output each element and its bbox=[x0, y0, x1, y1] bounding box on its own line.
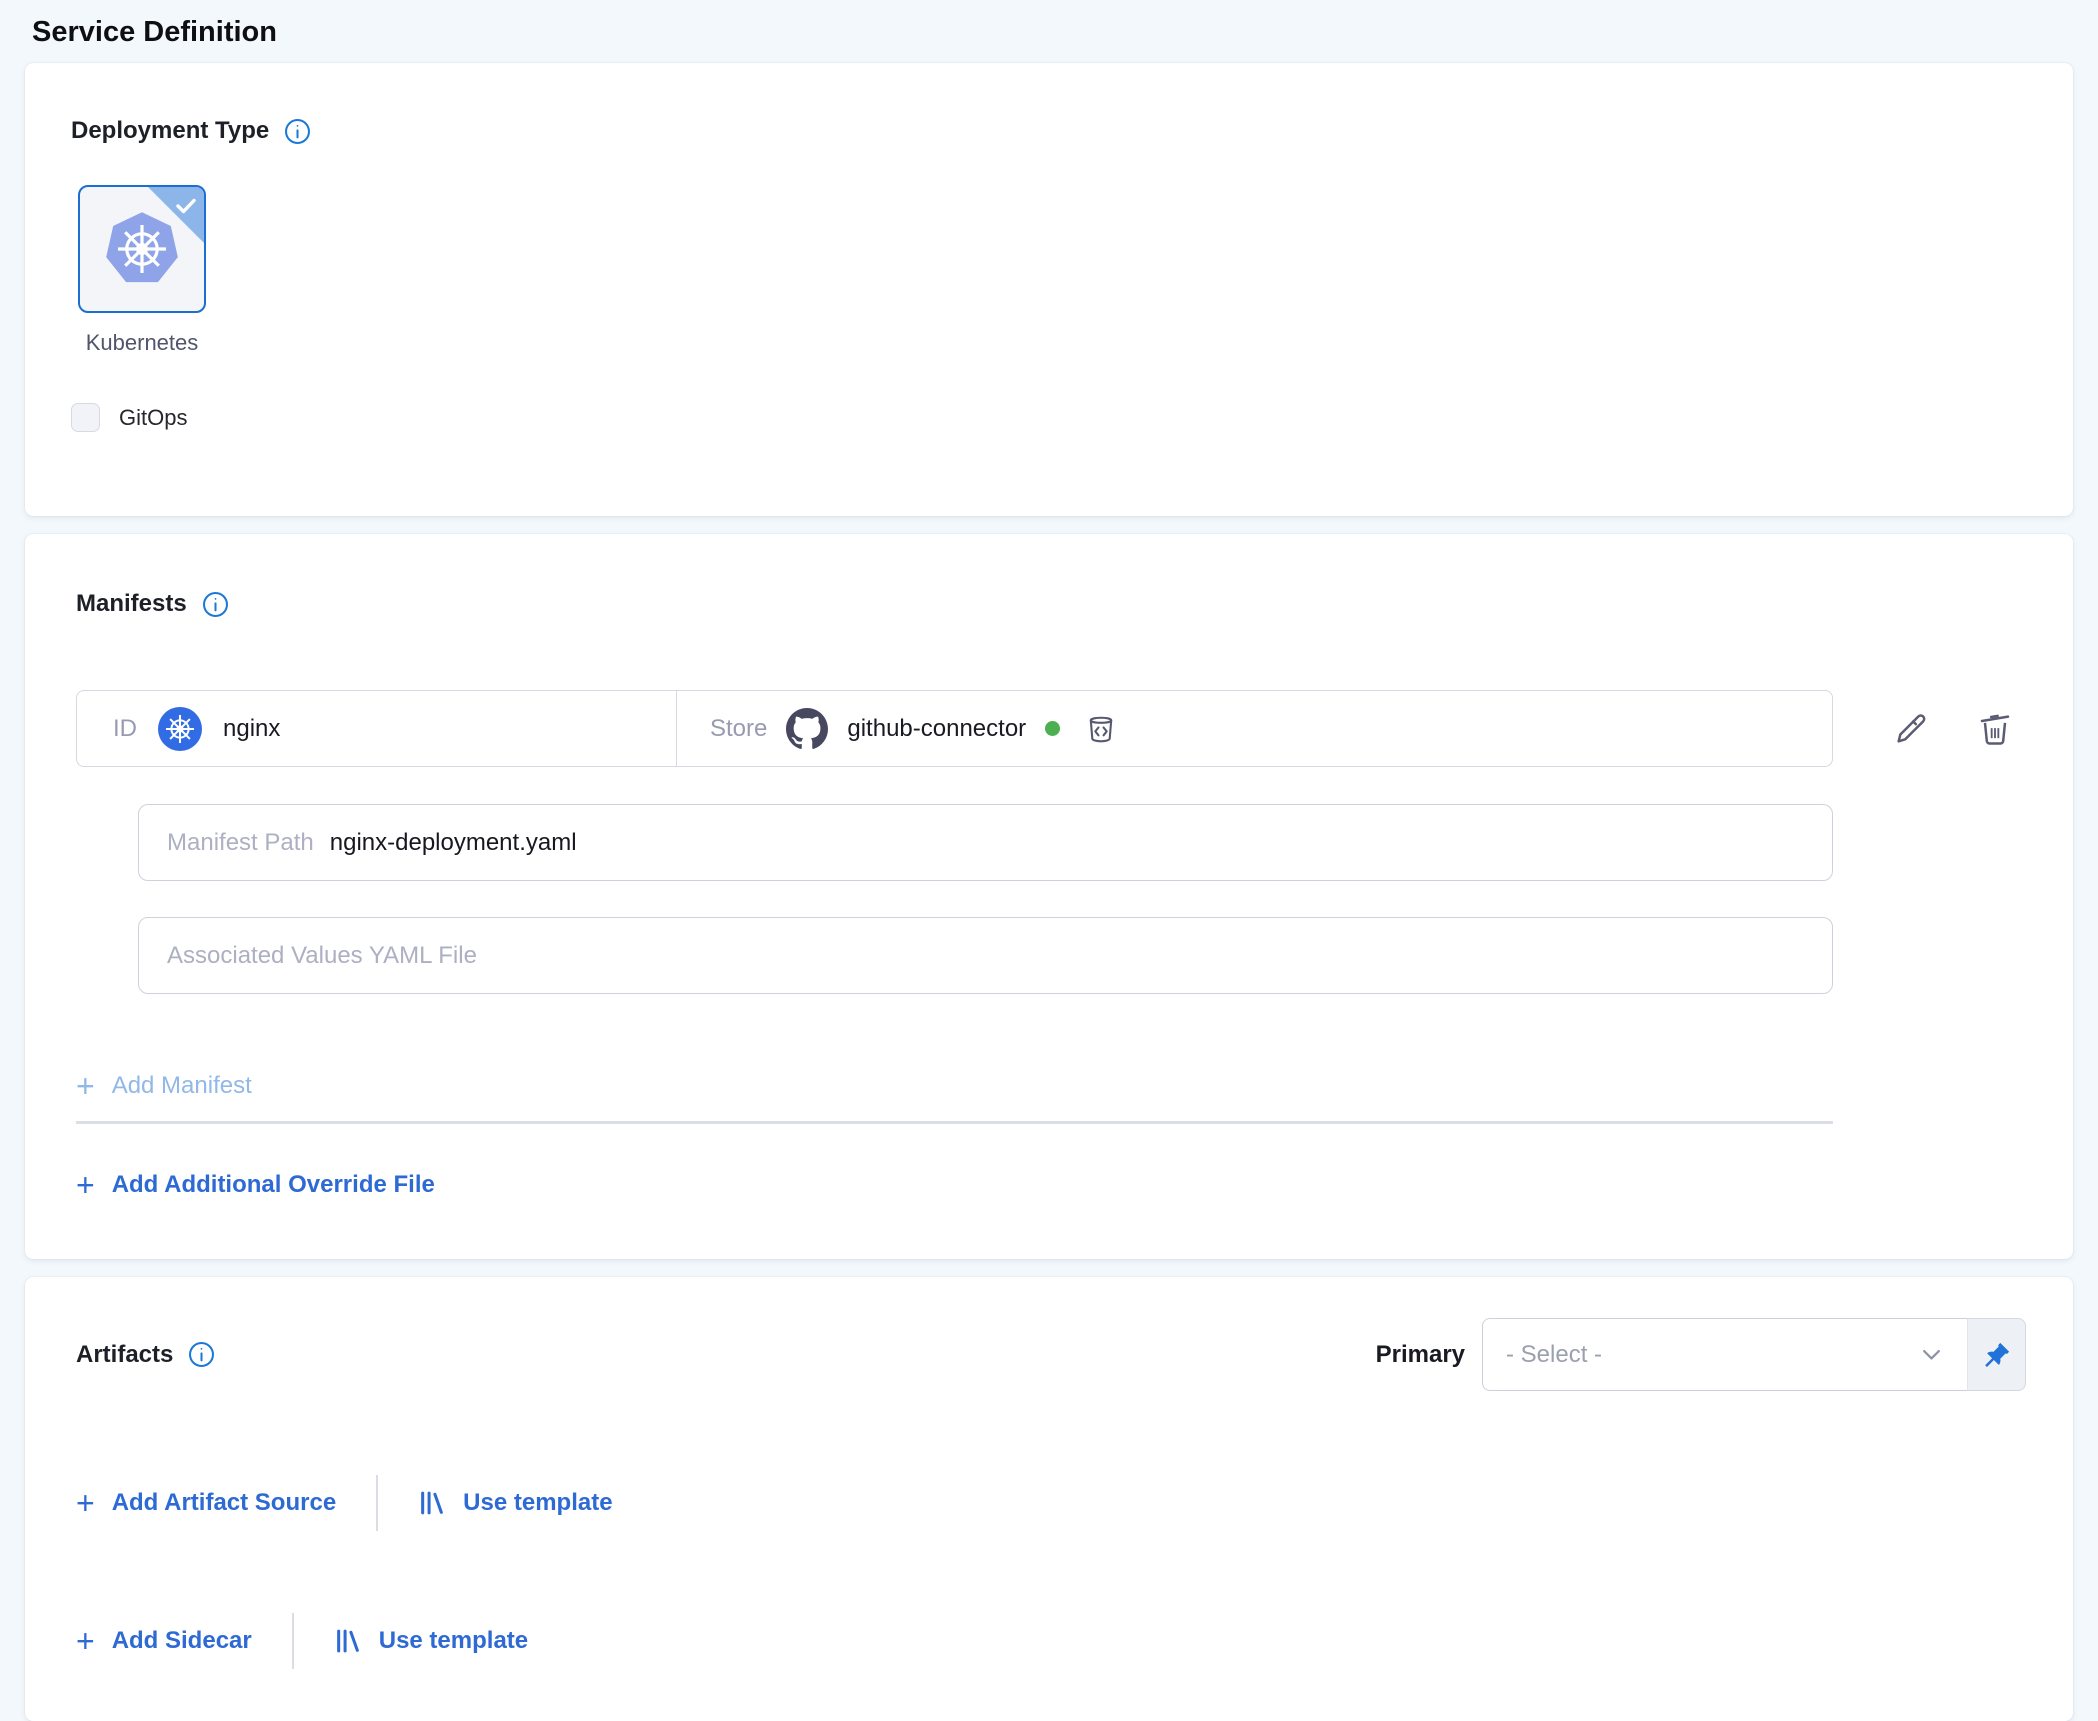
artifact-actions-row: + Add Artifact Source Use template bbox=[76, 1475, 2026, 1531]
manifest-id-label: ID bbox=[113, 715, 137, 743]
github-icon bbox=[786, 708, 828, 750]
chevron-down-icon bbox=[1918, 1341, 1945, 1368]
values-yaml-input[interactable] bbox=[167, 918, 1832, 993]
artifacts-title: Artifacts bbox=[76, 1341, 173, 1369]
manifests-card: Manifests ID bbox=[25, 534, 2073, 1259]
artifacts-card: Artifacts Primary - Select - bbox=[25, 1277, 2073, 1721]
use-template-sidecar-button[interactable]: Use template bbox=[334, 1627, 528, 1655]
add-manifest-label: Add Manifest bbox=[112, 1072, 252, 1100]
sidecar-actions-row: + Add Sidecar Use template bbox=[76, 1613, 2026, 1669]
deployment-type-tile-label: Kubernetes bbox=[71, 330, 213, 356]
plus-icon: + bbox=[76, 1628, 95, 1654]
vertical-divider bbox=[376, 1475, 378, 1531]
use-template-artifact-button[interactable]: Use template bbox=[418, 1489, 612, 1517]
gitops-label: GitOps bbox=[119, 405, 187, 431]
manifests-title: Manifests bbox=[76, 590, 187, 618]
vertical-divider bbox=[292, 1613, 294, 1669]
manifest-id-value: nginx bbox=[223, 715, 280, 743]
manifests-heading: Manifests bbox=[76, 590, 2023, 618]
deployment-type-card: Deployment Type bbox=[25, 63, 2073, 516]
artifacts-heading: Artifacts bbox=[76, 1341, 215, 1369]
pushpin-icon bbox=[1982, 1340, 2012, 1370]
manifest-store-value: github-connector bbox=[847, 715, 1026, 743]
manifest-summary-chip[interactable]: ID nginx bbox=[76, 690, 1833, 767]
manifest-store-segment: Store github-connector bbox=[677, 691, 1832, 766]
add-manifest-button[interactable]: + Add Manifest bbox=[76, 1072, 252, 1100]
add-sidecar-label: Add Sidecar bbox=[112, 1627, 252, 1655]
delete-trash-icon[interactable] bbox=[1975, 709, 2015, 749]
primary-artifact-group: Primary - Select - bbox=[1376, 1318, 2026, 1391]
code-store-icon bbox=[1083, 711, 1119, 747]
pin-primary-button[interactable] bbox=[1968, 1318, 2026, 1391]
gitops-row: GitOps bbox=[71, 403, 2027, 432]
template-library-icon bbox=[418, 1489, 446, 1517]
page-title: Service Definition bbox=[0, 0, 2098, 63]
artifacts-header: Artifacts Primary - Select - bbox=[76, 1318, 2026, 1391]
plus-icon: + bbox=[76, 1073, 95, 1099]
manifest-path-value: nginx-deployment.yaml bbox=[330, 829, 577, 857]
deployment-type-heading: Deployment Type bbox=[71, 117, 2027, 145]
template-library-icon bbox=[334, 1627, 362, 1655]
manifest-path-label: Manifest Path bbox=[167, 829, 314, 857]
info-icon[interactable] bbox=[188, 1341, 215, 1368]
primary-label: Primary bbox=[1376, 1341, 1465, 1369]
kubernetes-icon bbox=[158, 707, 202, 751]
info-icon[interactable] bbox=[284, 118, 311, 145]
manifest-store-label: Store bbox=[710, 715, 767, 743]
add-override-file-button[interactable]: + Add Additional Override File bbox=[76, 1171, 435, 1199]
deployment-type-title: Deployment Type bbox=[71, 117, 269, 145]
primary-artifact-select[interactable]: - Select - bbox=[1482, 1318, 1968, 1391]
manifest-row: ID nginx bbox=[76, 690, 2023, 767]
plus-icon: + bbox=[76, 1172, 95, 1198]
use-template-label: Use template bbox=[463, 1489, 612, 1517]
manifest-row-actions bbox=[1891, 709, 2015, 749]
deployment-type-tile-kubernetes[interactable] bbox=[78, 185, 206, 313]
manifest-id-segment: ID nginx bbox=[77, 691, 677, 766]
manifests-divider bbox=[76, 1121, 1833, 1124]
plus-icon: + bbox=[76, 1490, 95, 1516]
add-artifact-source-label: Add Artifact Source bbox=[112, 1489, 336, 1517]
info-icon[interactable] bbox=[202, 591, 229, 618]
check-icon bbox=[174, 194, 198, 218]
add-artifact-source-button[interactable]: + Add Artifact Source bbox=[76, 1489, 336, 1517]
add-sidecar-button[interactable]: + Add Sidecar bbox=[76, 1627, 252, 1655]
select-placeholder: - Select - bbox=[1506, 1341, 1602, 1369]
connector-status-dot bbox=[1045, 721, 1060, 736]
manifest-path-field[interactable]: Manifest Path nginx-deployment.yaml bbox=[138, 804, 1833, 881]
values-yaml-field bbox=[138, 917, 1833, 994]
gitops-checkbox[interactable] bbox=[71, 403, 100, 432]
primary-select-combo: - Select - bbox=[1482, 1318, 2026, 1391]
add-override-label: Add Additional Override File bbox=[112, 1171, 435, 1199]
edit-pencil-icon[interactable] bbox=[1891, 709, 1931, 749]
use-template-sidecar-label: Use template bbox=[379, 1627, 528, 1655]
